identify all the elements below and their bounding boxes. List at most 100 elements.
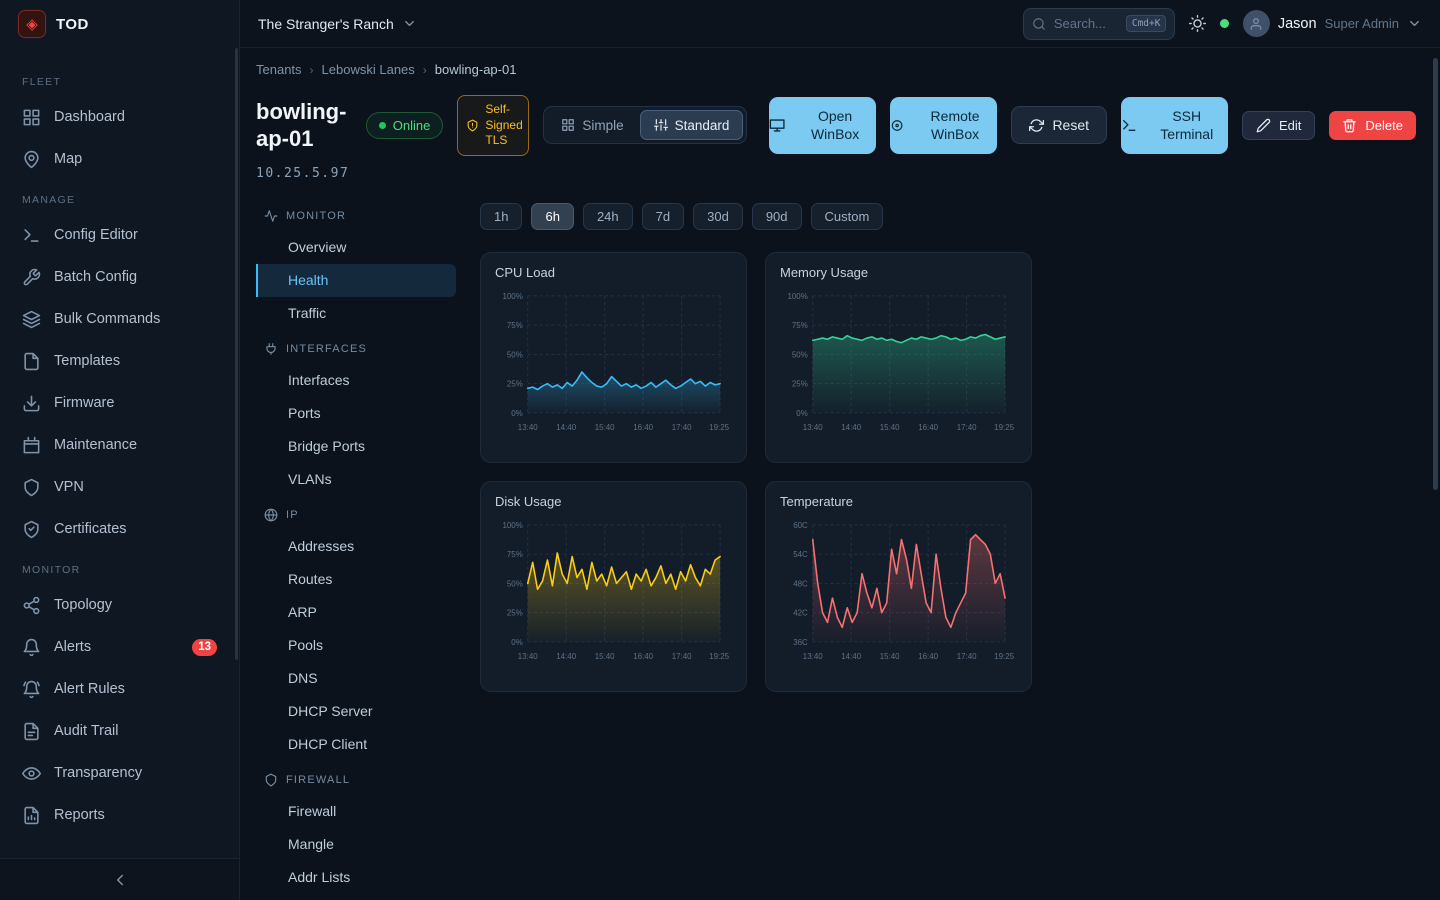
mode-option-standard[interactable]: Standard	[640, 110, 744, 140]
breadcrumb-item-tenants[interactable]: Tenants	[256, 62, 302, 77]
sidebar-item-batch-config[interactable]: Batch Config	[12, 256, 227, 298]
edit-button[interactable]: Edit	[1242, 111, 1315, 140]
subnav-item-overview[interactable]: Overview	[256, 231, 456, 264]
chart-memory-usage: 100%75%50%25%0%13:4014:4015:4016:4017:40…	[780, 286, 1017, 437]
user-menu[interactable]: Jason Super Admin	[1243, 10, 1422, 37]
chart-cpu-load: 100%75%50%25%0%13:4014:4015:4016:4017:40…	[495, 286, 732, 437]
subnav-item-dns[interactable]: DNS	[256, 662, 456, 695]
tls-warning-badge: Self-Signed TLS	[457, 95, 529, 156]
shield-alert-icon	[466, 119, 479, 132]
sidebar-item-alerts[interactable]: Alerts13	[12, 626, 227, 668]
alerts-count-badge: 13	[192, 639, 217, 656]
remote-winbox-button[interactable]: Remote WinBox	[890, 97, 997, 154]
search-box[interactable]: Cmd+K	[1023, 8, 1175, 40]
sidebar-scrollbar[interactable]	[235, 48, 238, 660]
pencil-icon	[1256, 118, 1271, 133]
sidebar-item-topology[interactable]: Topology	[12, 584, 227, 626]
window-scrollbar[interactable]	[1433, 58, 1438, 490]
sidebar-item-reports[interactable]: Reports	[12, 794, 227, 836]
button-label: Reset	[1052, 117, 1089, 133]
subnav-group-firewall: FIREWALL	[256, 765, 456, 795]
subnav-item-firewall[interactable]: Firewall	[256, 795, 456, 828]
svg-text:16:40: 16:40	[633, 423, 653, 432]
sidebar-item-maintenance[interactable]: Maintenance	[12, 424, 227, 466]
subnav-item-interfaces[interactable]: Interfaces	[256, 364, 456, 397]
sidebar-item-vpn[interactable]: VPN	[12, 466, 227, 508]
tenant-name: The Stranger's Ranch	[258, 16, 394, 32]
svg-text:17:40: 17:40	[957, 423, 977, 432]
chart-title: CPU Load	[495, 265, 732, 280]
subnav-item-addresses[interactable]: Addresses	[256, 530, 456, 563]
tenant-switcher[interactable]: The Stranger's Ranch	[258, 16, 417, 32]
globe-icon	[264, 508, 278, 522]
topbar: The Stranger's Ranch Cmd+K Jason	[240, 0, 1440, 48]
sidebar-item-bulk-commands[interactable]: Bulk Commands	[12, 298, 227, 340]
mode-option-simple[interactable]: Simple	[547, 110, 637, 140]
subnav-item-routes[interactable]: Routes	[256, 563, 456, 596]
breadcrumb: Tenants›Lebowski Lanes›bowling-ap-01	[256, 62, 1416, 77]
chart-title: Memory Usage	[780, 265, 1017, 280]
svg-text:13:40: 13:40	[803, 652, 823, 661]
sidebar-item-map[interactable]: Map	[12, 138, 227, 180]
sidebar-item-dashboard[interactable]: Dashboard	[12, 96, 227, 138]
sidebar-item-certificates[interactable]: Certificates	[12, 508, 227, 550]
chevron-down-icon	[402, 16, 417, 31]
subnav-item-arp[interactable]: ARP	[256, 596, 456, 629]
search-input[interactable]	[1054, 16, 1118, 31]
subnav-item-health[interactable]: Health	[256, 264, 456, 297]
chevron-down-icon	[1407, 16, 1422, 31]
range-30d[interactable]: 30d	[693, 203, 743, 230]
subnav-item-bridge-ports[interactable]: Bridge Ports	[256, 430, 456, 463]
theme-toggle-button[interactable]	[1189, 15, 1206, 32]
download-icon	[22, 394, 41, 413]
reset-button[interactable]: Reset	[1011, 106, 1107, 144]
sidebar-collapse-button[interactable]	[0, 858, 239, 900]
eye-icon	[22, 764, 41, 783]
svg-text:60C: 60C	[793, 521, 808, 530]
delete-button[interactable]: Delete	[1329, 111, 1416, 140]
sidebar-item-templates[interactable]: Templates	[12, 340, 227, 382]
sidebar-item-label: Audit Trail	[54, 723, 118, 739]
svg-text:50%: 50%	[507, 579, 523, 588]
subnav-item-mangle[interactable]: Mangle	[256, 828, 456, 861]
ssh-terminal-button[interactable]: SSH Terminal	[1121, 97, 1228, 154]
breadcrumb-item-bowling-ap-01[interactable]: bowling-ap-01	[435, 62, 517, 77]
svg-text:14:40: 14:40	[556, 423, 576, 432]
sidebar-item-firmware[interactable]: Firmware	[12, 382, 227, 424]
range-1h[interactable]: 1h	[480, 203, 522, 230]
connection-status-dot	[1220, 19, 1229, 28]
range-90d[interactable]: 90d	[752, 203, 802, 230]
svg-text:25%: 25%	[792, 379, 808, 388]
subnav-item-conntrack[interactable]: ConnTrack	[256, 894, 456, 900]
sidebar-item-config-editor[interactable]: Config Editor	[12, 214, 227, 256]
subnav-item-dhcp-server[interactable]: DHCP Server	[256, 695, 456, 728]
svg-text:17:40: 17:40	[672, 652, 692, 661]
main-area: The Stranger's Ranch Cmd+K Jason	[240, 0, 1440, 900]
breadcrumb-item-lebowski-lanes[interactable]: Lebowski Lanes	[322, 62, 415, 77]
sidebar-item-label: Config Editor	[54, 227, 138, 243]
wrench-icon	[22, 268, 41, 287]
range-24h[interactable]: 24h	[583, 203, 633, 230]
sidebar-item-alert-rules[interactable]: Alert Rules	[12, 668, 227, 710]
subnav-item-addr-lists[interactable]: Addr Lists	[256, 861, 456, 894]
svg-text:50%: 50%	[507, 350, 523, 359]
chart-card-memory-usage: Memory Usage 100%75%50%25%0%13:4014:4015:…	[765, 252, 1032, 463]
sidebar-section-fleet: FLEET	[12, 62, 227, 96]
subnav-item-vlans[interactable]: VLANs	[256, 463, 456, 496]
svg-text:0%: 0%	[511, 638, 522, 647]
svg-text:16:40: 16:40	[633, 652, 653, 661]
svg-text:25%: 25%	[507, 608, 523, 617]
sidebar-item-transparency[interactable]: Transparency	[12, 752, 227, 794]
subnav-item-pools[interactable]: Pools	[256, 629, 456, 662]
subnav-item-dhcp-client[interactable]: DHCP Client	[256, 728, 456, 761]
range-6h[interactable]: 6h	[531, 203, 573, 230]
subnav-item-ports[interactable]: Ports	[256, 397, 456, 430]
range-7d[interactable]: 7d	[642, 203, 684, 230]
sidebar-item-audit-trail[interactable]: Audit Trail	[12, 710, 227, 752]
open-winbox-button[interactable]: Open WinBox	[769, 97, 876, 154]
subnav-item-traffic[interactable]: Traffic	[256, 297, 456, 330]
device-header: bowling-ap-01 Online Self-Signed TLS Sim…	[256, 95, 1416, 156]
range-custom[interactable]: Custom	[811, 203, 884, 230]
subnav-group-ip: IP	[256, 500, 456, 530]
logo[interactable]: ◈ TOD	[0, 0, 239, 48]
